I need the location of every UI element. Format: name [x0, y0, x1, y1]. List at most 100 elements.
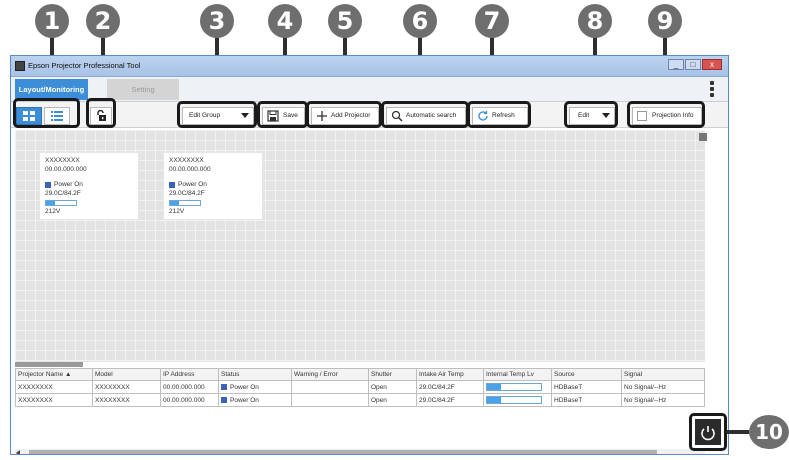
callout-7: 7	[475, 4, 509, 38]
cell-source: HDBaseT	[551, 380, 622, 394]
cell-intake-temp: 29.0C/84.2F	[416, 393, 484, 407]
internal-temp-bar	[486, 396, 542, 404]
callout-10: 10	[749, 415, 789, 449]
highlight-edit-group	[177, 101, 257, 128]
cell-status-text: Power On	[230, 383, 259, 391]
cell-shutter: Open	[368, 393, 417, 407]
power-status-icon	[221, 396, 227, 403]
maximize-button[interactable]: □	[685, 59, 701, 70]
cell-ip-address: 00.00.000.000	[160, 393, 219, 407]
power-button[interactable]	[689, 413, 727, 451]
scrollbar-thumb[interactable]	[29, 450, 657, 454]
card-level-bar	[45, 200, 77, 206]
minimize-button[interactable]: _	[668, 59, 684, 70]
card-ip-address: 00.00.000.000	[45, 166, 87, 173]
tab-setting[interactable]: Setting	[107, 79, 179, 100]
table-header-row: Projector Name ▲ Model IP Address Status…	[15, 368, 705, 381]
callout-1: 1	[35, 4, 69, 38]
card-level-fill	[170, 201, 179, 205]
scroll-left-arrow-icon[interactable]	[16, 450, 20, 454]
highlight-projection-info	[627, 101, 705, 128]
callout-4: 4	[268, 4, 302, 38]
highlight-edit	[564, 101, 618, 128]
callout-9: 9	[648, 4, 682, 38]
title-bar: Epson Projector Professional Tool _ □ x	[11, 56, 728, 77]
highlight-refresh	[467, 101, 531, 128]
card-ip-address: 00.00.000.000	[169, 166, 211, 173]
cell-source: HDBaseT	[551, 393, 622, 407]
cell-projector-name: XXXXXXXX	[15, 393, 93, 407]
card-level-fill	[46, 201, 55, 205]
cell-status: Power On	[218, 380, 292, 394]
cell-signal: No Signal/--Hz	[621, 393, 705, 407]
cell-shutter: Open	[368, 380, 417, 394]
column-header[interactable]: Intake Air Temp	[416, 368, 484, 381]
highlight-view-buttons	[13, 98, 80, 128]
window-title: Epson Projector Professional Tool	[28, 61, 141, 70]
card-level-bar	[169, 200, 201, 206]
card-projector-name: XXXXXXXX	[169, 157, 204, 164]
cell-warning	[291, 380, 369, 394]
column-header[interactable]: IP Address	[160, 368, 219, 381]
cell-warning	[291, 393, 369, 407]
highlight-automatic-search	[381, 101, 469, 128]
column-header[interactable]: Internal Temp Lv	[483, 368, 552, 381]
column-header[interactable]: Status	[218, 368, 292, 381]
app-icon	[15, 61, 25, 71]
highlight-lock-button	[86, 98, 116, 128]
cell-model: XXXXXXXX	[92, 393, 161, 407]
cell-ip-address: 00.00.000.000	[160, 380, 219, 394]
card-status: Power On	[178, 181, 207, 188]
projector-card[interactable]: XXXXXXXX 00.00.000.000 Power On 29.0C/84…	[39, 152, 139, 220]
highlight-add-projector	[306, 101, 382, 128]
table-row[interactable]: XXXXXXXX XXXXXXXX 00.00.000.000 Power On…	[15, 393, 705, 407]
column-header[interactable]: Signal	[621, 368, 705, 381]
internal-temp-bar	[486, 383, 542, 391]
canvas-corner-marker	[699, 133, 707, 141]
cell-internal-temp	[483, 393, 552, 407]
cell-signal: No Signal/--Hz	[621, 380, 705, 394]
window-controls: _ □ x	[668, 59, 722, 70]
card-temperature: 29.0C/84.2F	[169, 190, 205, 197]
projector-table: Projector Name ▲ Model IP Address Status…	[15, 368, 705, 407]
table-row[interactable]: XXXXXXXX XXXXXXXX 00.00.000.000 Power On…	[15, 380, 705, 394]
column-header[interactable]: Projector Name ▲	[15, 368, 93, 381]
cell-internal-temp	[483, 380, 552, 394]
close-button[interactable]: x	[702, 59, 722, 70]
internal-temp-fill	[487, 384, 501, 390]
column-header[interactable]: Model	[92, 368, 161, 381]
card-voltage: 212V	[169, 208, 185, 215]
cell-projector-name: XXXXXXXX	[15, 380, 93, 394]
callout-8: 8	[578, 4, 612, 38]
column-header[interactable]: Warning / Error	[291, 368, 369, 381]
card-status: Power On	[54, 181, 83, 188]
cell-status-text: Power On	[230, 396, 259, 404]
callout-10-pointer	[727, 430, 749, 434]
projector-card[interactable]: XXXXXXXX 00.00.000.000 Power On 29.0C/84…	[163, 152, 263, 220]
card-temperature: 29.0C/84.2F	[45, 190, 81, 197]
column-header[interactable]: Source	[551, 368, 622, 381]
splitter-handle[interactable]	[15, 362, 83, 367]
power-button-face	[695, 419, 721, 445]
callout-6: 6	[403, 4, 437, 38]
card-projector-name: XXXXXXXX	[45, 157, 80, 164]
callout-3: 3	[200, 4, 234, 38]
power-status-icon	[221, 383, 227, 390]
highlight-save	[257, 101, 308, 128]
tab-layout-monitoring[interactable]: Layout/Monitoring	[15, 79, 88, 100]
more-menu-icon[interactable]	[710, 81, 714, 99]
callout-2: 2	[86, 4, 120, 38]
power-icon	[701, 426, 715, 441]
power-status-icon	[45, 182, 51, 188]
cell-status: Power On	[218, 393, 292, 407]
cell-model: XXXXXXXX	[92, 380, 161, 394]
horizontal-scrollbar[interactable]	[15, 449, 705, 454]
internal-temp-fill	[487, 397, 501, 403]
tab-bar: Layout/Monitoring Setting	[11, 77, 728, 102]
callout-5: 5	[328, 4, 362, 38]
column-header[interactable]: Shutter	[368, 368, 417, 381]
card-voltage: 212V	[45, 208, 61, 215]
cell-intake-temp: 29.0C/84.2F	[416, 380, 484, 394]
layout-canvas[interactable]: XXXXXXXX 00.00.000.000 Power On 29.0C/84…	[15, 130, 707, 362]
power-status-icon	[169, 182, 175, 188]
